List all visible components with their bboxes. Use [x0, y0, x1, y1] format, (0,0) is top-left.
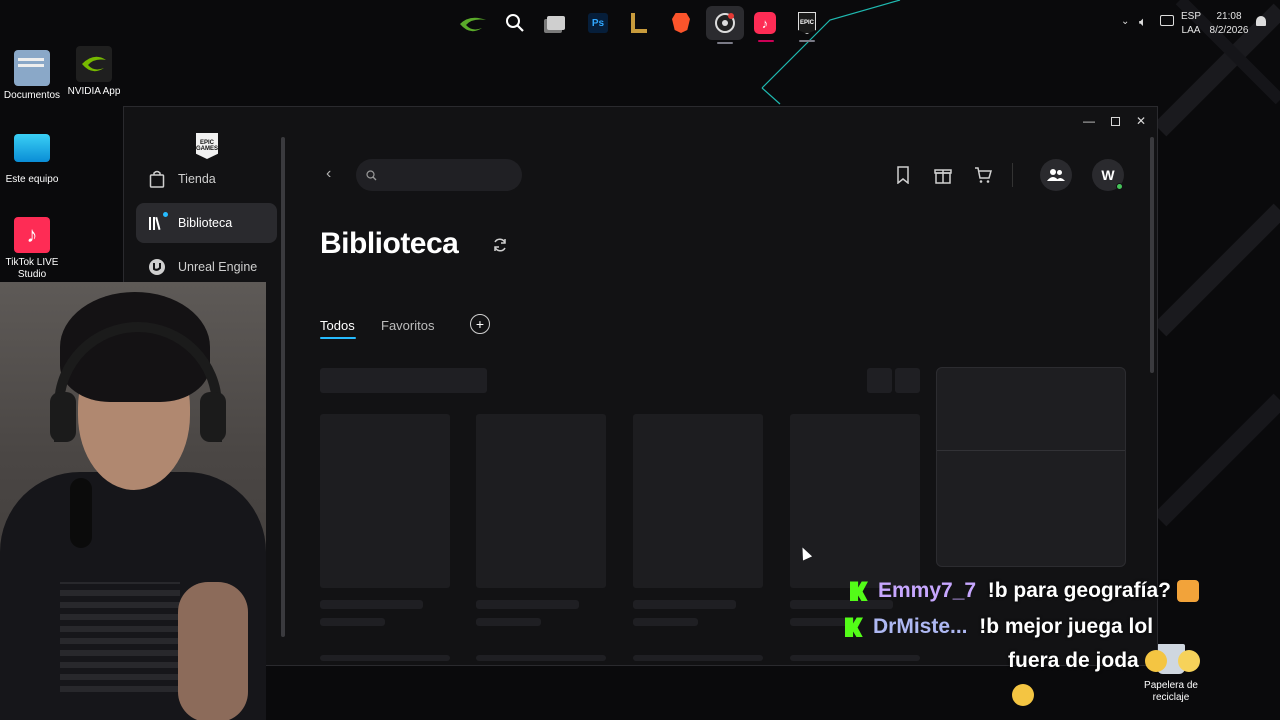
view-toggle-skeleton	[895, 368, 920, 393]
refresh-icon[interactable]	[492, 237, 508, 258]
online-status-dot	[1116, 183, 1123, 190]
friends-button[interactable]	[1040, 159, 1072, 191]
bag-icon	[148, 170, 166, 188]
obs-icon[interactable]	[706, 6, 744, 44]
tiktok-live-icon: ♪	[14, 217, 50, 253]
waving-hand-emoji-icon	[1012, 684, 1034, 707]
tiktok-icon[interactable]: ♪	[750, 8, 780, 42]
title-skeleton	[320, 600, 423, 609]
game-card-skeleton	[633, 414, 763, 588]
game-card-skeleton	[320, 414, 450, 588]
webcam-overlay	[0, 282, 266, 720]
back-arrow-icon[interactable]: ‹	[326, 165, 331, 183]
search-icon[interactable]	[500, 8, 530, 38]
game-card-skeleton	[790, 655, 920, 661]
chat-message: Emmy7_7 !b para geografía?	[850, 577, 1199, 605]
desktop-icon-documentos[interactable]: Documentos	[0, 50, 64, 102]
brave-icon[interactable]	[666, 8, 696, 38]
photoshop-icon[interactable]: Ps	[583, 8, 613, 38]
sidebar-item-label: Tienda	[178, 172, 216, 186]
language-indicator[interactable]: ESP LAA	[1180, 10, 1202, 38]
epic-games-logo[interactable]: EPIC GAMES	[196, 133, 218, 159]
game-card-skeleton	[476, 655, 606, 661]
details-panel-skeleton	[936, 367, 1126, 567]
main-scrollbar[interactable]	[1150, 137, 1154, 373]
sidebar-item-biblioteca[interactable]: Biblioteca	[136, 203, 277, 243]
task-view-icon[interactable]	[541, 8, 571, 38]
notification-bell-icon[interactable]	[1256, 16, 1266, 26]
search-input[interactable]	[385, 168, 505, 182]
kick-icon	[845, 617, 863, 638]
folder-icon	[14, 50, 50, 86]
wishlist-bookmark-icon[interactable]	[893, 165, 913, 185]
game-card-skeleton	[320, 655, 450, 661]
sidebar-item-label: Biblioteca	[178, 216, 233, 230]
desktop-icon-este-equipo[interactable]: Este equipo	[0, 134, 64, 186]
nvidia-app-icon	[76, 46, 112, 82]
search-icon	[366, 169, 377, 180]
cat-emoji-icon	[1176, 580, 1199, 603]
game-card-skeleton	[790, 414, 920, 588]
notification-dot	[163, 212, 168, 217]
subtitle-skeleton	[633, 618, 698, 626]
active-tab-indicator	[320, 337, 356, 339]
speaker-icon[interactable]: 🔈︎	[1139, 14, 1147, 30]
chat-message: DrMiste... !b mejor juega lol	[845, 613, 1153, 641]
clock[interactable]: 21:08 8/2/2026	[1206, 10, 1252, 38]
microphone	[70, 478, 92, 548]
sidebar-item-tienda[interactable]: Tienda	[136, 159, 277, 199]
avatar[interactable]: W	[1092, 159, 1124, 191]
kick-icon	[850, 581, 868, 602]
tab-favoritos[interactable]: Favoritos	[381, 318, 434, 333]
title-skeleton	[476, 600, 579, 609]
sidebar-item-unreal-engine[interactable]: Unreal Engine	[136, 247, 277, 287]
page-title: Biblioteca	[320, 227, 459, 260]
sidebar-item-label: Unreal Engine	[178, 260, 258, 274]
search-bar[interactable]	[356, 159, 522, 191]
subtitle-skeleton	[476, 618, 541, 626]
cart-icon[interactable]	[973, 165, 993, 185]
chat-message-continuation: fuera de joda	[1008, 647, 1201, 675]
tab-todos[interactable]: Todos	[320, 318, 355, 333]
friends-icon	[1047, 169, 1065, 181]
game-card-skeleton	[476, 414, 606, 588]
desktop-icon-nvidia-app[interactable]: NVIDIA App	[62, 46, 126, 98]
nvidia-icon[interactable]	[458, 8, 488, 38]
gift-icon[interactable]	[933, 165, 953, 185]
game-card-skeleton	[633, 655, 763, 661]
network-icon[interactable]	[1160, 15, 1174, 26]
league-of-legends-icon[interactable]	[624, 8, 654, 38]
monitor-icon	[14, 134, 50, 162]
view-toggle-skeleton	[867, 368, 892, 393]
filter-skeleton	[320, 368, 487, 393]
header-divider	[1012, 163, 1013, 187]
taskbar: Ps ♪ EPIC ⌄ 🔈︎ ESP LAA 21:08 8/2/2026	[0, 0, 1280, 46]
sidebar-scrollbar[interactable]	[281, 137, 285, 637]
desktop-icon-tiktok-live-studio[interactable]: ♪ TikTok LIVE Studio	[0, 217, 64, 281]
chat-message-continuation	[1012, 681, 1034, 709]
subtitle-skeleton	[320, 618, 385, 626]
title-skeleton	[633, 600, 736, 609]
unreal-icon	[148, 258, 166, 276]
flushed-face-emoji-icon	[1178, 650, 1201, 673]
chevron-up-icon[interactable]: ⌄	[1121, 16, 1129, 27]
waving-hand-emoji-icon	[1144, 650, 1167, 673]
epic-games-icon[interactable]: EPIC	[792, 8, 822, 42]
add-collection-button[interactable]: +	[470, 314, 490, 334]
library-icon	[148, 212, 168, 232]
